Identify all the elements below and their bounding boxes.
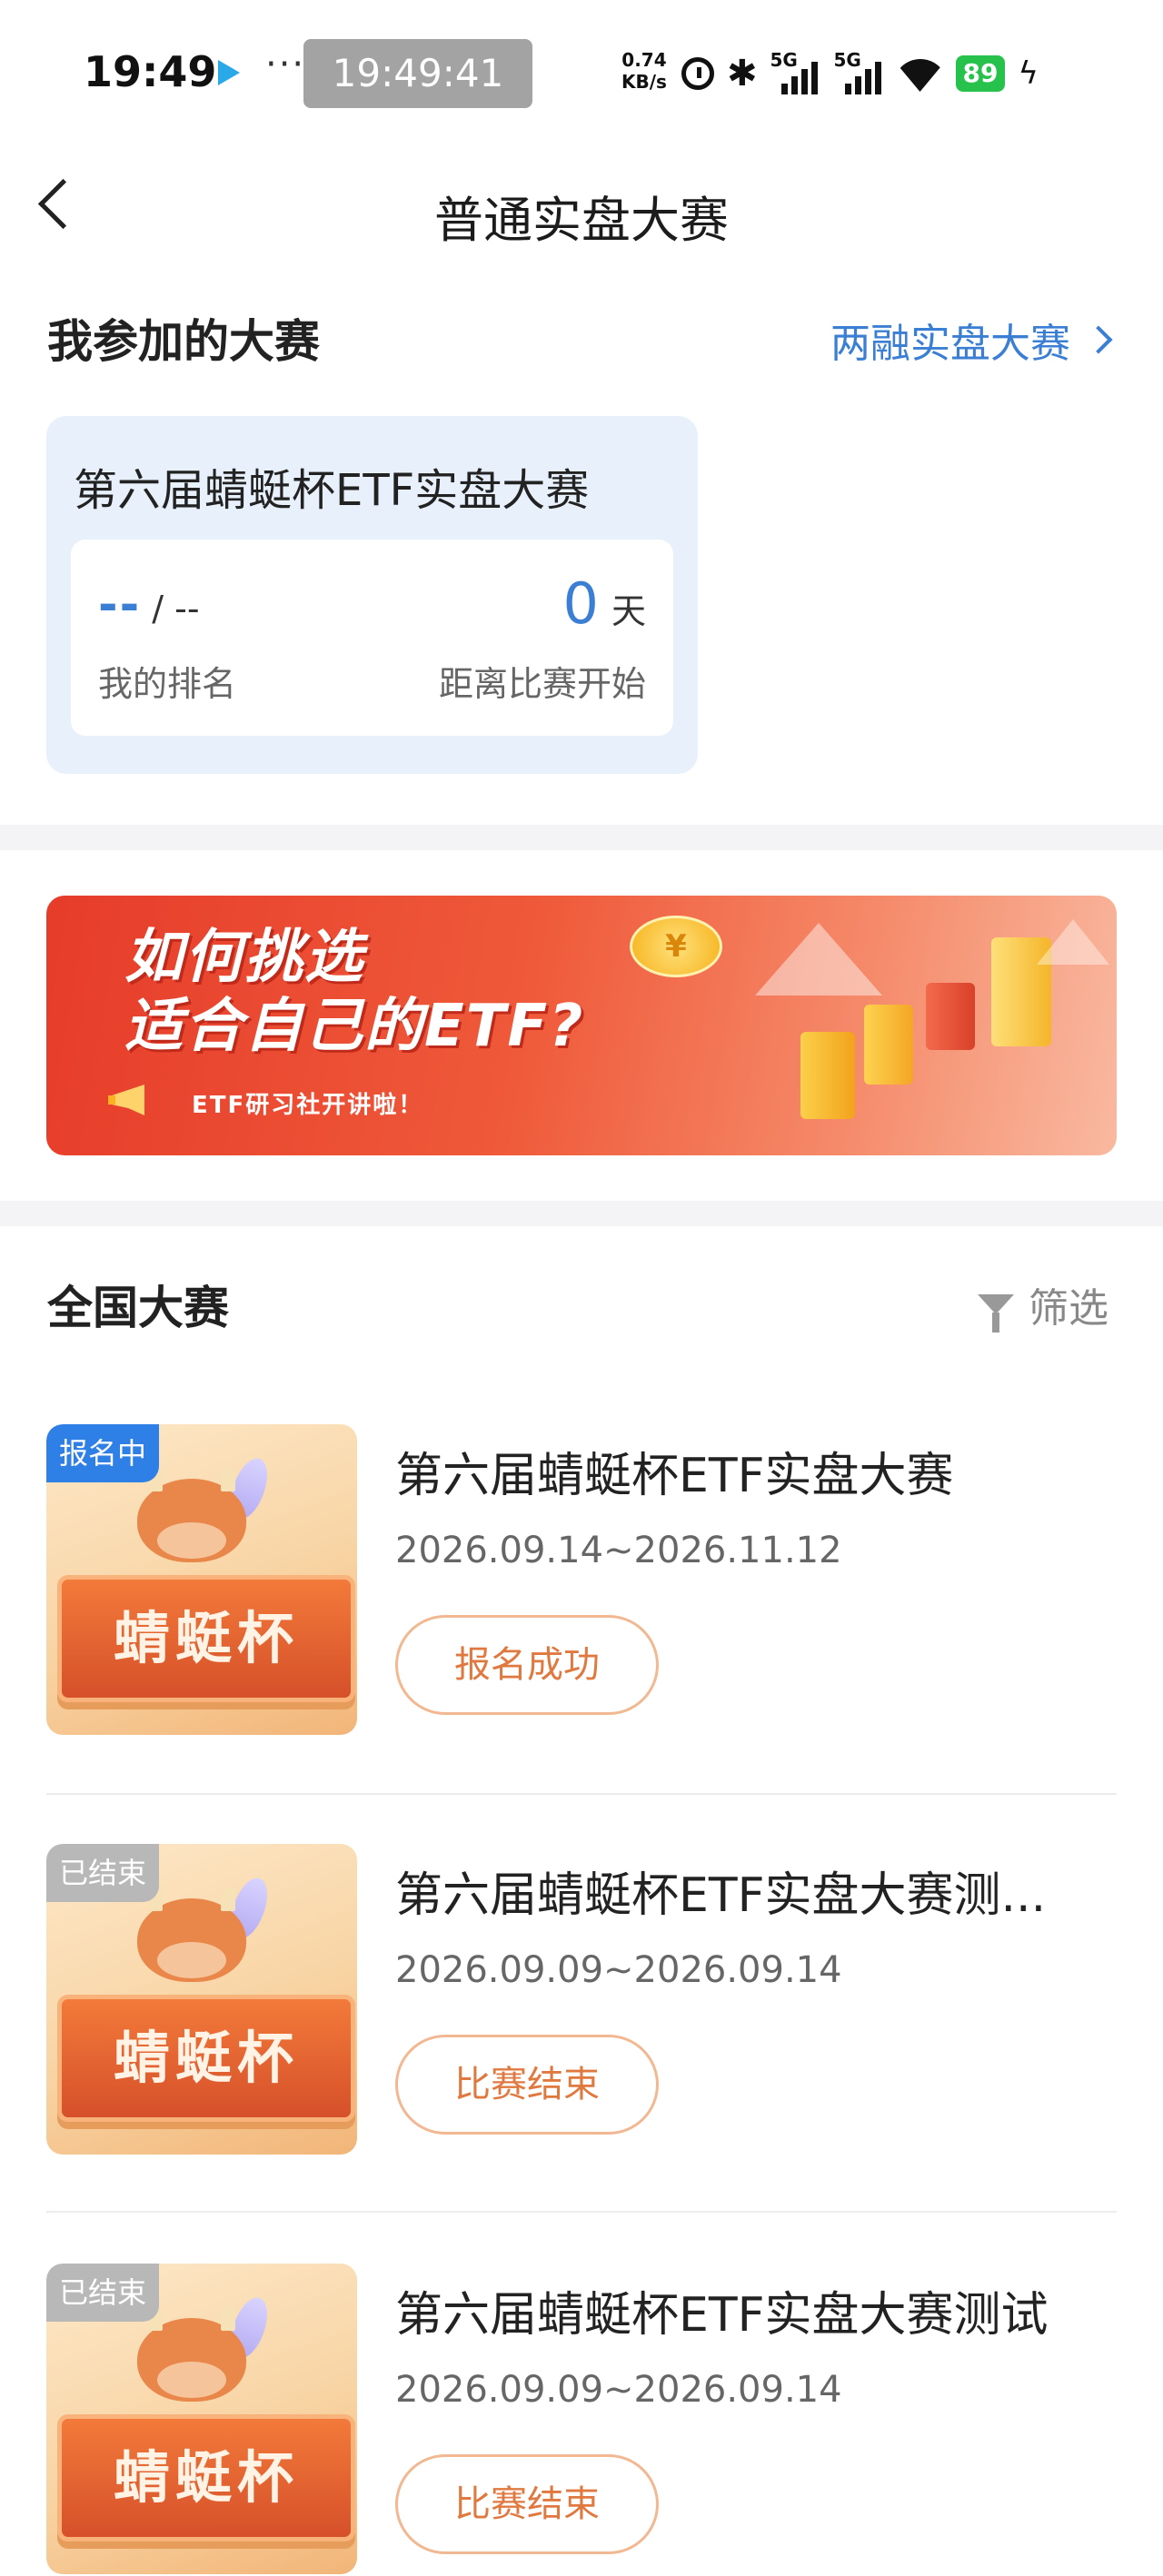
arrow-up-graphic	[1037, 919, 1109, 965]
status-badge: 报名中	[46, 1424, 160, 1482]
my-contest-stats: -- / -- 0天 我的排名 距离比赛开始	[71, 540, 673, 736]
contest-date: 2026.09.09~2026.09.14	[395, 2369, 842, 2411]
wifi-icon	[898, 55, 943, 92]
bluetooth-icon: ✱	[727, 53, 758, 94]
days-label: 距离比赛开始	[438, 664, 646, 704]
status-badge: 已结束	[46, 1844, 160, 1902]
play-store-icon	[218, 60, 240, 85]
margin-contest-link[interactable]: 两融实盘大赛	[830, 311, 1113, 369]
contest-action-button[interactable]: 报名成功	[395, 1615, 659, 1715]
megaphone-icon	[108, 1085, 144, 1115]
thumb-text: 蜻蜓杯	[113, 1605, 299, 1671]
coin-icon: ¥	[630, 916, 722, 977]
banner-subtitle: ETF研习社开讲啦！	[192, 1092, 424, 1119]
my-rank: -- / --	[98, 578, 200, 632]
banner-headline: 如何挑选 适合自己的ETF?	[124, 923, 584, 1061]
net-speed-unit: KB/s	[621, 71, 667, 93]
thumb-plaque: 蜻蜓杯	[57, 2414, 355, 2541]
contest-action-button[interactable]: 比赛结束	[395, 2035, 659, 2135]
section-divider	[0, 1201, 1163, 1226]
contest-item[interactable]: 蜻蜓杯 已结束 第六届蜻蜓杯ETF实盘大赛测... 2026.09.09~202…	[46, 1844, 1117, 2156]
my-rank-label: 我的排名	[98, 664, 237, 704]
candle-graphic	[800, 1032, 855, 1119]
signal-icon: 5G	[770, 49, 821, 94]
contest-thumbnail: 蜻蜓杯 已结束	[46, 1844, 357, 2155]
status-bar: 19:49 ··· 19:49:41 0.74 KB/s ✱ 5G 5G 89 …	[0, 0, 1163, 136]
contest-thumbnail: 蜻蜓杯 报名中	[46, 1424, 357, 1735]
filter-button[interactable]: 筛选	[978, 1275, 1108, 1333]
etf-banner[interactable]: 如何挑选 适合自己的ETF? ETF研习社开讲啦！ ¥	[46, 896, 1117, 1155]
my-rank-total: / --	[152, 589, 200, 629]
thumb-text: 蜻蜓杯	[113, 2025, 299, 2091]
horn-graphic	[221, 1468, 235, 1491]
contest-date: 2026.09.09~2026.09.14	[395, 1949, 842, 1991]
net-speed: 0.74 KB/s	[621, 49, 667, 93]
thumb-plaque: 蜻蜓杯	[57, 1575, 355, 1702]
contest-action-button[interactable]: 比赛结束	[395, 2454, 659, 2554]
clock-overlay: 19:49:41	[303, 39, 532, 108]
contest-name: 第六届蜻蜓杯ETF实盘大赛测...	[395, 1868, 1047, 1923]
banner-line1: 如何挑选	[124, 924, 364, 991]
list-divider	[46, 1793, 1117, 1795]
net-speed-value: 0.74	[621, 49, 667, 71]
thumb-text: 蜻蜓杯	[113, 2444, 299, 2511]
candle-graphic	[864, 1005, 913, 1085]
status-badge: 已结束	[46, 2264, 160, 2322]
national-contests-title: 全国大赛	[47, 1282, 229, 1334]
filter-label: 筛选	[1029, 1285, 1108, 1332]
candle-graphic	[926, 983, 975, 1050]
list-divider	[46, 2211, 1117, 2213]
battery-icon: 89	[955, 55, 1006, 92]
days-value: 0	[562, 570, 599, 637]
my-contest-name: 第六届蜻蜓杯ETF实盘大赛	[74, 465, 590, 516]
horn-graphic	[221, 1887, 235, 1911]
banner-line2: 适合自己的ETF?	[124, 993, 585, 1060]
margin-contest-link-label: 两融实盘大赛	[830, 321, 1070, 367]
arrow-up-graphic	[755, 923, 882, 996]
chevron-right-icon	[1084, 325, 1113, 354]
status-icons: ✱ 5G 5G 89 ϟ	[681, 49, 1039, 96]
status-time: 19:49	[84, 47, 217, 96]
my-contest-card[interactable]: 第六届蜻蜓杯ETF实盘大赛 -- / -- 0天 我的排名 距离比赛开始	[46, 416, 698, 774]
days-to-start: 0天	[563, 570, 646, 637]
horn-graphic	[221, 2307, 235, 2331]
charging-icon: ϟ	[1018, 55, 1039, 92]
page-title: 普通实盘大赛	[434, 192, 729, 249]
contest-date: 2026.09.14~2026.11.12	[395, 1530, 842, 1571]
filter-icon	[978, 1294, 1014, 1333]
alarm-icon	[681, 57, 714, 90]
signal-icon-2: 5G	[834, 49, 885, 94]
my-contests-title: 我参加的大赛	[47, 315, 320, 368]
contest-name: 第六届蜻蜓杯ETF实盘大赛测试	[395, 2288, 1049, 2343]
thumb-plaque: 蜻蜓杯	[57, 1995, 355, 2122]
more-notifications-icon: ···	[265, 44, 306, 85]
contest-name: 第六届蜻蜓杯ETF实盘大赛	[395, 1449, 954, 1503]
section-divider	[0, 825, 1163, 850]
my-rank-value: --	[98, 578, 142, 632]
contest-thumbnail: 蜻蜓杯 已结束	[46, 2264, 357, 2574]
contest-item[interactable]: 蜻蜓杯 报名中 第六届蜻蜓杯ETF实盘大赛 2026.09.14~2026.11…	[46, 1424, 1117, 1737]
days-unit: 天	[611, 591, 646, 631]
contest-item[interactable]: 蜻蜓杯 已结束 第六届蜻蜓杯ETF实盘大赛测试 2026.09.09~2026.…	[46, 2264, 1117, 2576]
